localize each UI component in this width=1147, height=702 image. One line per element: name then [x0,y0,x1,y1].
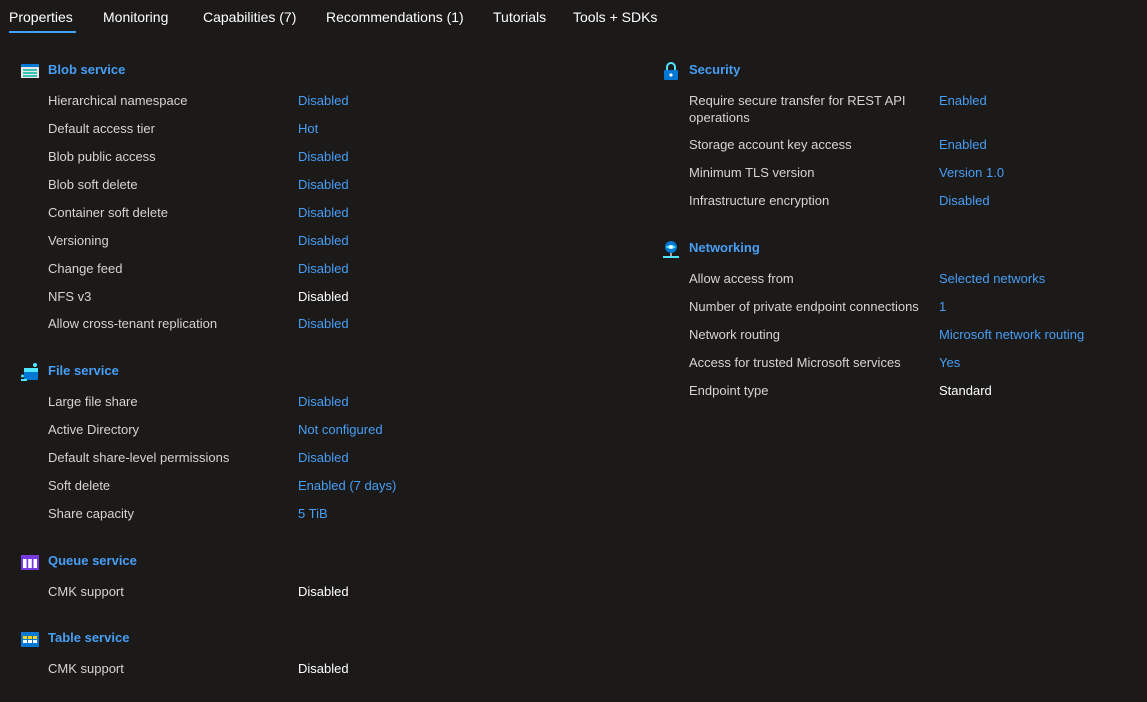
security-label-key-access: Storage account key access [689,137,852,152]
tab-bar: Properties Monitoring Capabilities (7) R… [0,0,1147,36]
security-label-min-tls: Minimum TLS version [689,165,815,180]
security-value-secure-transfer[interactable]: Enabled [939,92,987,109]
networking-label-private-endpoints: Number of private endpoint connections [689,299,919,314]
active-tab-indicator [9,31,76,33]
networking-label-routing: Network routing [689,327,781,342]
networking-value-private-endpoints[interactable]: 1 [939,298,946,315]
security-title[interactable]: Security [689,62,740,77]
table-value-cmk-support: Disabled [298,661,349,676]
blob-label-hierarchical-namespace: Hierarchical namespace [48,93,188,108]
networking-label-allow-access: Allow access from [689,271,794,286]
blob-value-versioning[interactable]: Disabled [298,232,349,249]
security-value-infra-encryption[interactable]: Disabled [939,192,990,209]
blob-label-soft-delete: Blob soft delete [48,177,138,192]
blob-value-change-feed[interactable]: Disabled [298,260,349,277]
file-value-active-directory[interactable]: Not configured [298,421,383,438]
file-service-icon [21,363,38,381]
blob-label-public-access: Blob public access [48,149,156,164]
tab-tools-sdks[interactable]: Tools + SDKs [573,8,657,26]
tab-properties[interactable]: Properties [9,8,73,26]
tab-capabilities[interactable]: Capabilities (7) [203,8,296,26]
blob-value-hierarchical-namespace[interactable]: Disabled [298,92,349,109]
networking-icon [663,241,679,258]
lock-icon [664,62,678,80]
queue-service-icon [21,555,39,570]
networking-label-endpoint-type: Endpoint type [689,383,769,398]
blob-value-public-access[interactable]: Disabled [298,148,349,165]
tab-monitoring[interactable]: Monitoring [103,8,168,26]
security-value-min-tls[interactable]: Version 1.0 [939,164,1004,181]
security-label-secure-transfer: Require secure transfer for REST API [689,93,906,108]
blob-service-icon [21,64,39,78]
blob-value-container-soft-delete[interactable]: Disabled [298,204,349,221]
table-label-cmk-support: CMK support [48,661,124,676]
networking-value-allow-access[interactable]: Selected networks [939,270,1045,287]
networking-value-trusted-services[interactable]: Yes [939,354,960,371]
file-value-large-file-share[interactable]: Disabled [298,393,349,410]
file-label-large-file-share: Large file share [48,394,138,409]
blob-label-default-access-tier: Default access tier [48,121,155,136]
blob-value-nfs-v3: Disabled [298,289,349,304]
table-service-title[interactable]: Table service [48,630,129,645]
file-value-soft-delete[interactable]: Enabled (7 days) [298,477,396,494]
security-value-key-access[interactable]: Enabled [939,136,987,153]
blob-label-container-soft-delete: Container soft delete [48,205,168,220]
file-value-share-capacity[interactable]: 5 TiB [298,505,328,522]
queue-label-cmk-support: CMK support [48,584,124,599]
blob-value-default-access-tier[interactable]: Hot [298,120,318,137]
blob-value-cross-tenant-replication[interactable]: Disabled [298,315,349,332]
blob-value-soft-delete[interactable]: Disabled [298,176,349,193]
blob-label-nfs-v3: NFS v3 [48,289,92,304]
networking-title[interactable]: Networking [689,240,760,255]
networking-label-trusted-services: Access for trusted Microsoft services [689,355,901,370]
file-label-soft-delete: Soft delete [48,478,111,493]
blob-service-title[interactable]: Blob service [48,62,125,77]
file-value-share-level-permissions[interactable]: Disabled [298,449,349,466]
file-label-active-directory: Active Directory [48,422,140,437]
blob-label-change-feed: Change feed [48,261,123,276]
table-service-icon [21,632,39,647]
queue-value-cmk-support: Disabled [298,584,349,599]
blob-label-versioning: Versioning [48,233,109,248]
security-label-secure-transfer-line2: operations [689,110,750,125]
tab-recommendations[interactable]: Recommendations (1) [326,8,464,26]
file-label-share-level-permissions: Default share-level permissions [48,450,230,465]
blob-label-cross-tenant-replication: Allow cross-tenant replication [48,316,218,331]
networking-value-endpoint-type: Standard [939,383,992,398]
file-label-share-capacity: Share capacity [48,506,134,521]
networking-value-routing[interactable]: Microsoft network routing [939,326,1084,343]
file-service-title[interactable]: File service [48,363,119,378]
tab-tutorials[interactable]: Tutorials [493,8,546,26]
security-label-infra-encryption: Infrastructure encryption [689,193,830,208]
queue-service-title[interactable]: Queue service [48,553,137,568]
